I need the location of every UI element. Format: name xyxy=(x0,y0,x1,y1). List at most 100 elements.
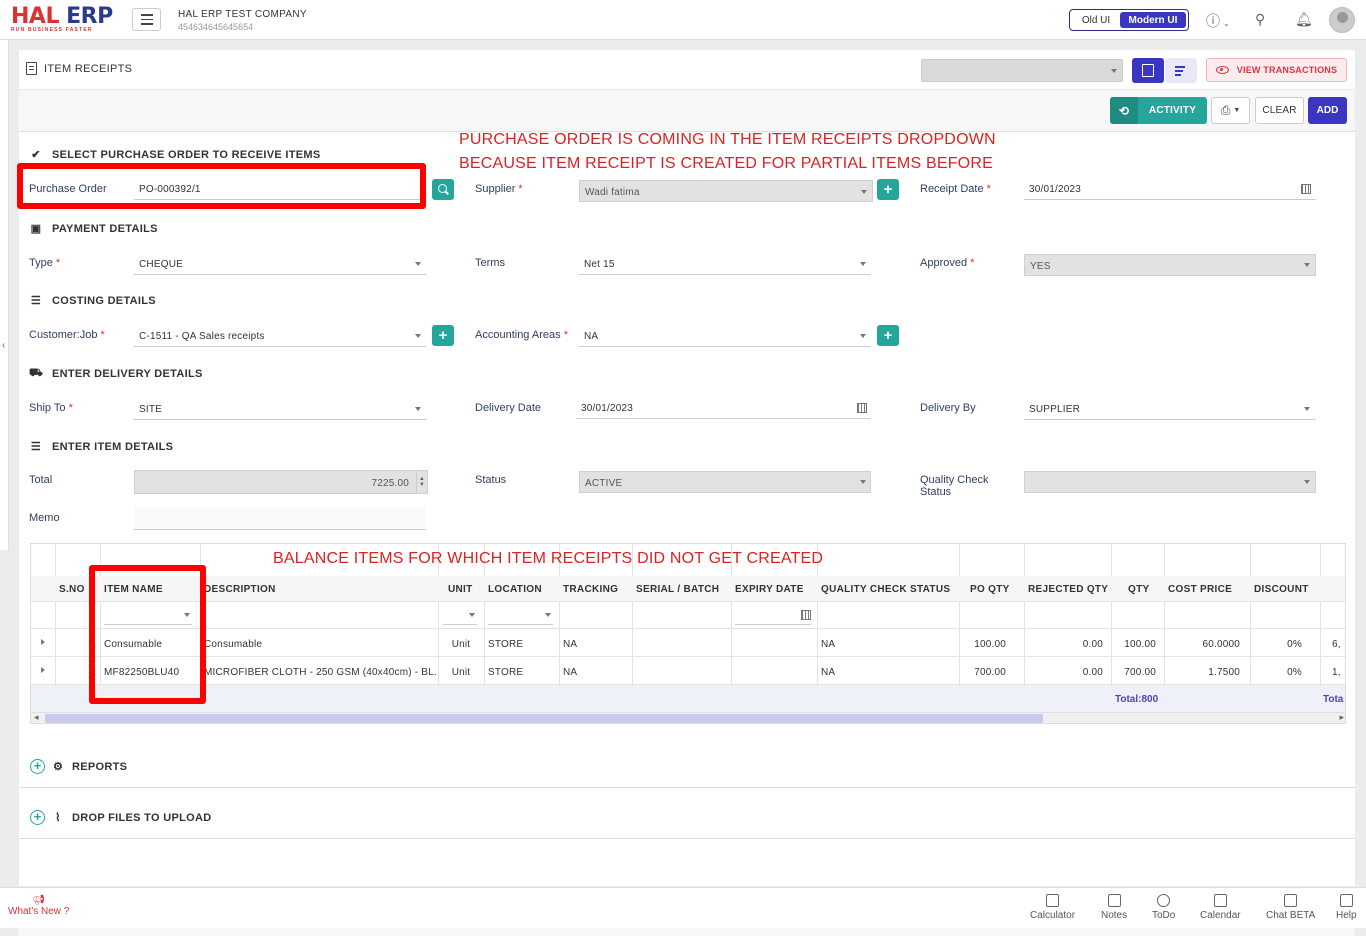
type-label: Type * xyxy=(29,257,61,269)
add-button-top[interactable]: ADD xyxy=(1308,97,1347,124)
notes-button[interactable]: Notes xyxy=(1101,894,1127,921)
col-item-name[interactable]: ITEM NAME xyxy=(100,576,200,602)
col-rejected-qty[interactable]: REJECTED QTY xyxy=(1024,576,1111,602)
payment-section-title: PAYMENT DETAILS xyxy=(52,222,158,235)
terms-caret xyxy=(860,262,866,266)
scroll-right-icon[interactable]: ▸ xyxy=(1339,712,1344,723)
expand-plus-icon[interactable]: + xyxy=(30,810,45,825)
expand-plus-icon[interactable]: + xyxy=(30,759,45,774)
row-item-name[interactable]: Consumable xyxy=(100,629,200,657)
side-panel-toggle[interactable]: ‹ xyxy=(0,40,9,550)
row-qc-status[interactable]: NA xyxy=(817,629,959,657)
company-id: 454634645645654 xyxy=(178,22,254,32)
activity-button[interactable]: ⟲ ACTIVITY xyxy=(1110,97,1207,124)
location-filter[interactable] xyxy=(488,606,553,625)
expand-row-icon[interactable] xyxy=(41,667,45,673)
chat-button[interactable]: Chat BETA xyxy=(1266,894,1315,921)
delivery-date-input[interactable]: 30/01/2023 xyxy=(576,397,871,419)
table-row[interactable]: 1 Consumable Consumable Unit STORE NA NA… xyxy=(31,629,1345,657)
row-description[interactable]: Consumable xyxy=(200,629,438,657)
help-button[interactable]: Help xyxy=(1336,894,1357,921)
bell-icon[interactable]: 🔔︎ xyxy=(1295,11,1313,28)
row-qty[interactable]: 700.00 xyxy=(1111,657,1164,685)
ui-toggle[interactable]: Old UI Modern UI xyxy=(1069,9,1189,31)
list-view-button[interactable] xyxy=(1165,58,1197,83)
col-location[interactable]: LOCATION xyxy=(484,576,559,602)
row-cost-price[interactable]: 1.7500 xyxy=(1164,657,1250,685)
row-cost-price[interactable]: 60.0000 xyxy=(1164,629,1250,657)
scrollbar-thumb[interactable] xyxy=(45,714,1043,723)
row-rejected-qty[interactable]: 0.00 xyxy=(1024,657,1111,685)
col-unit[interactable]: UNIT xyxy=(444,576,484,602)
delivery-section-head: ⛟ ENTER DELIVERY DETAILS xyxy=(29,367,203,381)
memo-input[interactable] xyxy=(134,508,426,530)
hal-erp-logo[interactable]: HAL ERP RUN BUSINESS FASTER xyxy=(11,6,113,34)
row-item-name[interactable]: MF82250BLU40 xyxy=(100,657,200,685)
view-transactions-button[interactable]: VIEW TRANSACTIONS xyxy=(1206,58,1347,82)
delivery-by-select[interactable]: SUPPLIER xyxy=(1024,398,1316,420)
accounting-areas-select[interactable]: NA xyxy=(579,325,871,347)
clear-button-top[interactable]: CLEAR xyxy=(1255,97,1304,124)
calendar-button[interactable]: Calendar xyxy=(1200,894,1241,921)
row-description[interactable]: MICROFIBER CLOTH - 250 GSM (40x40cm) - B… xyxy=(200,657,438,685)
print-button[interactable]: ⎙ ▼ xyxy=(1211,97,1250,124)
calculator-button[interactable]: Calculator xyxy=(1030,894,1075,921)
whats-new-link[interactable]: 📢︎ What's New ? xyxy=(8,895,69,917)
row-unit[interactable]: Unit xyxy=(438,657,484,685)
type-select[interactable]: CHEQUE xyxy=(134,253,426,275)
calendar-icon[interactable] xyxy=(1301,184,1311,194)
add-customer-job-button[interactable]: + xyxy=(432,325,454,346)
purchase-order-input[interactable]: PO-000392/1 xyxy=(134,178,426,200)
unit-filter[interactable] xyxy=(443,606,477,625)
purchase-order-search-button[interactable] xyxy=(432,179,454,200)
row-location[interactable]: STORE xyxy=(484,629,559,657)
old-ui-option[interactable]: Old UI xyxy=(1072,15,1120,26)
row-rejected-qty[interactable]: 0.00 xyxy=(1024,629,1111,657)
col-description[interactable]: DESCRIPTION xyxy=(200,576,438,602)
col-qty[interactable]: QTY xyxy=(1124,576,1164,602)
table-row[interactable]: 2 MF82250BLU40 MICROFIBER CLOTH - 250 GS… xyxy=(31,657,1345,685)
row-qty[interactable]: 100.00 xyxy=(1111,629,1164,657)
list-icon: ☰ xyxy=(30,295,42,307)
ship-to-select[interactable]: SITE xyxy=(134,398,426,420)
reports-panel[interactable]: + ⚙ REPORTS xyxy=(19,744,1355,788)
total-spinner[interactable]: ▲ ▼ xyxy=(416,471,427,493)
add-accounting-area-button[interactable]: + xyxy=(877,325,899,346)
col-quality-check-status[interactable]: QUALITY CHECK STATUS xyxy=(817,576,959,602)
item-name-filter[interactable] xyxy=(104,606,192,625)
row-location[interactable]: STORE xyxy=(484,657,559,685)
modern-ui-option[interactable]: Modern UI xyxy=(1120,12,1186,28)
delivery-calendar-icon[interactable] xyxy=(857,403,867,413)
row-discount[interactable]: 0% xyxy=(1250,629,1320,657)
help-label: Help xyxy=(1336,910,1357,921)
row-qc-status[interactable]: NA xyxy=(817,657,959,685)
grid-horizontal-scrollbar[interactable]: ◂ ▸ xyxy=(31,712,1345,723)
form-view-button[interactable] xyxy=(1132,58,1164,83)
history-icon: ⟲ xyxy=(1110,97,1138,124)
user-avatar[interactable] xyxy=(1329,7,1355,33)
row-unit[interactable]: Unit xyxy=(438,629,484,657)
col-expiry-date[interactable]: EXPIRY DATE xyxy=(731,576,817,602)
search-icon[interactable]: ⚲ xyxy=(1255,11,1265,28)
row-discount[interactable]: 0% xyxy=(1250,657,1320,685)
menu-toggle-button[interactable] xyxy=(132,8,161,31)
todo-button[interactable]: ToDo xyxy=(1152,894,1175,921)
terms-select[interactable]: Net 15 xyxy=(579,253,871,275)
expand-row-icon[interactable] xyxy=(41,639,45,645)
col-cost-price[interactable]: COST PRICE xyxy=(1164,576,1250,602)
expiry-date-filter[interactable] xyxy=(735,606,811,625)
col-serial-batch[interactable]: SERIAL / BATCH xyxy=(632,576,731,602)
col-po-qty[interactable]: PO QTY xyxy=(966,576,1024,602)
files-panel[interactable]: + ⌇ DROP FILES TO UPLOAD xyxy=(19,795,1355,839)
row-tracking[interactable]: NA xyxy=(559,657,632,685)
col-tracking[interactable]: TRACKING xyxy=(559,576,632,602)
col-sno[interactable]: S.NO xyxy=(55,576,100,602)
scroll-left-icon[interactable]: ◂ xyxy=(34,712,39,723)
col-discount[interactable]: DISCOUNT xyxy=(1250,576,1320,602)
receipt-date-input[interactable]: 30/01/2023 xyxy=(1024,178,1316,200)
info-icon[interactable]: ⓘ ⌄ xyxy=(1206,11,1230,31)
row-tracking[interactable]: NA xyxy=(559,629,632,657)
transaction-select[interactable] xyxy=(921,59,1123,82)
customer-job-select[interactable]: C-1511 - QA Sales receipts xyxy=(134,325,426,347)
add-supplier-button[interactable]: + xyxy=(877,179,899,200)
